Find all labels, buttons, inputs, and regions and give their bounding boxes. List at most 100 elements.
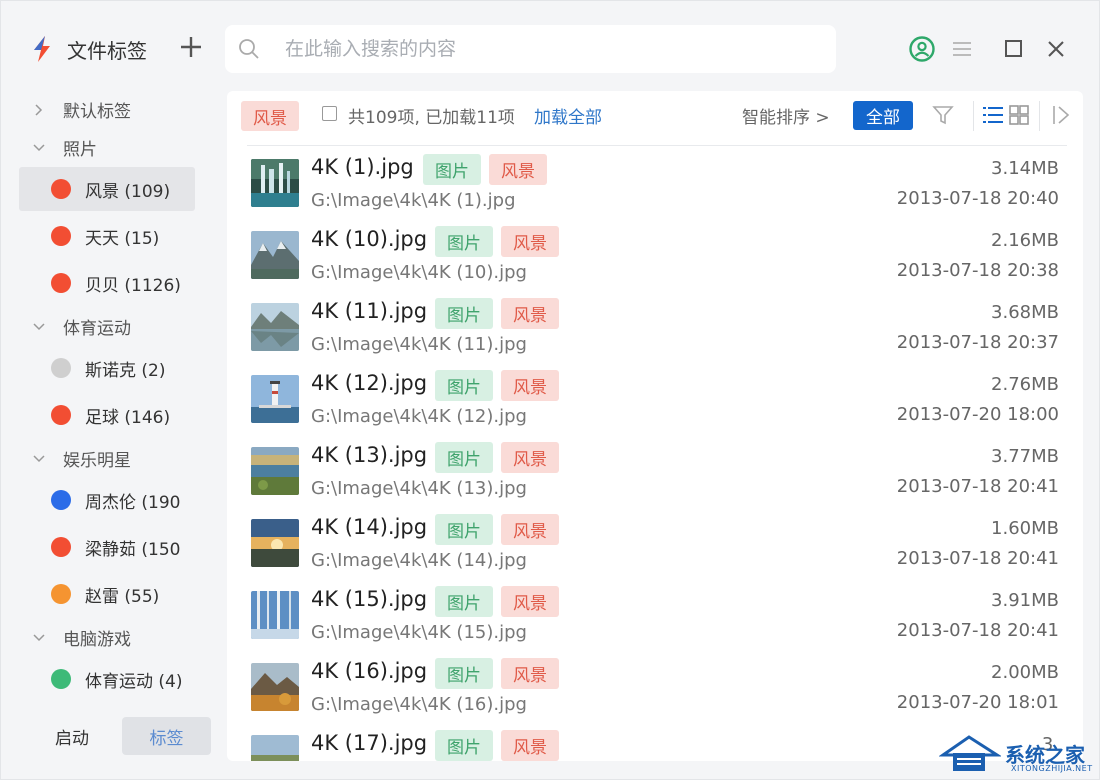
file-tag-scenery[interactable]: 风景 [501,514,559,545]
add-tag-button[interactable] [177,33,205,61]
tab-launch[interactable]: 启动 [37,717,107,755]
file-tag-scenery[interactable]: 风景 [501,298,559,329]
tag-item-jay-chou[interactable]: 周杰伦 (190 [19,478,195,522]
file-row[interactable]: 4K (16).jpg 图片 风景 G:\Image\4k\4K (16).jp… [227,653,1083,725]
tag-color-dot [51,358,71,378]
group-pc-games[interactable]: 电脑游戏 [1,618,219,656]
file-path: G:\Image\4k\4K (14).jpg [311,550,527,571]
file-tag-scenery[interactable]: 风景 [501,370,559,401]
file-tag-scenery[interactable]: 风景 [501,226,559,257]
file-row[interactable]: 4K (13).jpg 图片 风景 G:\Image\4k\4K (13).jp… [227,437,1083,509]
close-button[interactable] [1042,35,1070,63]
grid-view-icon[interactable] [1007,103,1031,127]
file-tag-image[interactable]: 图片 [435,586,493,617]
app-logo-icon [34,36,50,62]
load-all-link[interactable]: 加载全部 [534,103,602,128]
file-tag-scenery[interactable]: 风景 [501,586,559,617]
tag-label: 周杰伦 (190 [85,492,181,513]
file-thumbnail [251,735,299,761]
chevron-down-icon [33,323,45,331]
tag-item-scenery[interactable]: 风景 (109) [19,167,195,211]
file-list: 4K (1).jpg 图片 风景 G:\Image\4k\4K (1).jpg … [227,149,1083,761]
file-tag-image[interactable]: 图片 [423,154,481,185]
file-tag-image[interactable]: 图片 [435,370,493,401]
app-title: 文件标签 [67,38,147,63]
tag-label: 体育运动 (4) [85,671,183,692]
file-row[interactable]: 4K (15).jpg 图片 风景 G:\Image\4k\4K (15).jp… [227,581,1083,653]
tag-item-game-sports[interactable]: 体育运动 (4) [19,657,195,701]
file-tag-scenery[interactable]: 风景 [501,658,559,689]
file-tag-image[interactable]: 图片 [435,730,493,761]
house-logo-icon [939,735,1001,771]
chevron-down-icon [33,455,45,463]
file-path: G:\Image\4k\4K (12).jpg [311,406,527,427]
tag-item-tiantian[interactable]: 天天 (15) [19,214,195,258]
file-thumbnail [251,375,299,423]
menu-icon [953,42,971,56]
file-row[interactable]: 4K (14).jpg 图片 风景 G:\Image\4k\4K (14).jp… [227,509,1083,581]
filter-icon[interactable] [931,103,955,127]
tag-label: 足球 (146) [85,407,171,428]
group-celebrities[interactable]: 娱乐明星 [1,439,219,477]
close-icon [1048,41,1064,57]
tag-label: 赵雷 (55) [85,586,160,607]
select-all-checkbox[interactable] [322,106,337,121]
tag-color-dot [51,179,71,199]
tag-item-fish-leong[interactable]: 梁静茹 (150 [19,525,195,569]
file-date: 2013-07-20 18:00 [896,404,1059,425]
tag-color-dot [51,584,71,604]
tag-color-dot [51,405,71,425]
group-photos[interactable]: 照片 [1,128,219,166]
collapse-panel-icon[interactable] [1049,103,1073,127]
file-tag-image[interactable]: 图片 [435,442,493,473]
file-date: 2013-07-18 20:41 [896,620,1059,641]
tag-item-zhao-lei[interactable]: 赵雷 (55) [19,572,195,616]
sort-dropdown[interactable]: 智能排序 > [742,103,830,128]
group-label: 照片 [63,139,97,160]
file-tag-scenery[interactable]: 风景 [489,154,547,185]
file-name: 4K (13).jpg [311,443,428,467]
file-path: G:\Image\4k\4K (13).jpg [311,478,527,499]
file-tag-scenery[interactable]: 风景 [501,730,559,761]
file-size: 3.14MB [991,158,1059,179]
tag-color-dot [51,273,71,293]
file-tag-scenery[interactable]: 风景 [501,442,559,473]
maximize-button[interactable] [1000,35,1028,63]
filter-all-button[interactable]: 全部 [853,101,913,130]
file-row[interactable]: 4K (11).jpg 图片 风景 G:\Image\4k\4K (11).jp… [227,293,1083,365]
watermark-subtext: XITONGZHIJIA.NET [1011,764,1093,773]
group-sports[interactable]: 体育运动 [1,307,219,345]
image-thumbnail-birch [251,591,299,639]
tag-item-beibei[interactable]: 贝贝 (1126) [19,261,195,305]
tag-item-partial[interactable] [19,704,195,713]
user-button[interactable] [908,35,936,63]
file-tag-image[interactable]: 图片 [435,226,493,257]
file-size: 1.60MB [991,518,1059,539]
file-date: 2013-07-18 20:37 [896,332,1059,353]
menu-button[interactable] [948,35,976,63]
search-box[interactable] [225,25,836,73]
group-default-tags[interactable]: 默认标签 [1,90,219,128]
file-tag-image[interactable]: 图片 [435,658,493,689]
file-row[interactable]: 4K (1).jpg 图片 风景 G:\Image\4k\4K (1).jpg … [227,149,1083,221]
file-name: 4K (14).jpg [311,515,428,539]
search-input[interactable] [285,38,805,60]
file-tag-image[interactable]: 图片 [435,514,493,545]
file-thumbnail [251,447,299,495]
file-thumbnail [251,231,299,279]
tag-item-football[interactable]: 足球 (146) [19,393,195,437]
tag-label: 梁静茹 (150 [85,539,181,560]
image-thumbnail-waterfall [251,159,299,207]
toolbar-separator [247,145,1067,146]
file-tag-image[interactable]: 图片 [435,298,493,329]
list-view-icon[interactable] [981,103,1005,127]
tag-item-snooker[interactable]: 斯诺克 (2) [19,346,195,390]
image-thumbnail-sunset [251,519,299,567]
group-label: 娱乐明星 [63,450,131,471]
file-row[interactable]: 4K (10).jpg 图片 风景 G:\Image\4k\4K (10).jp… [227,221,1083,293]
current-tag-badge[interactable]: 风景 [241,101,299,131]
file-thumbnail [251,303,299,351]
image-thumbnail-lake [251,303,299,351]
file-row[interactable]: 4K (12).jpg 图片 风景 G:\Image\4k\4K (12).jp… [227,365,1083,437]
tab-tags[interactable]: 标签 [122,717,211,755]
